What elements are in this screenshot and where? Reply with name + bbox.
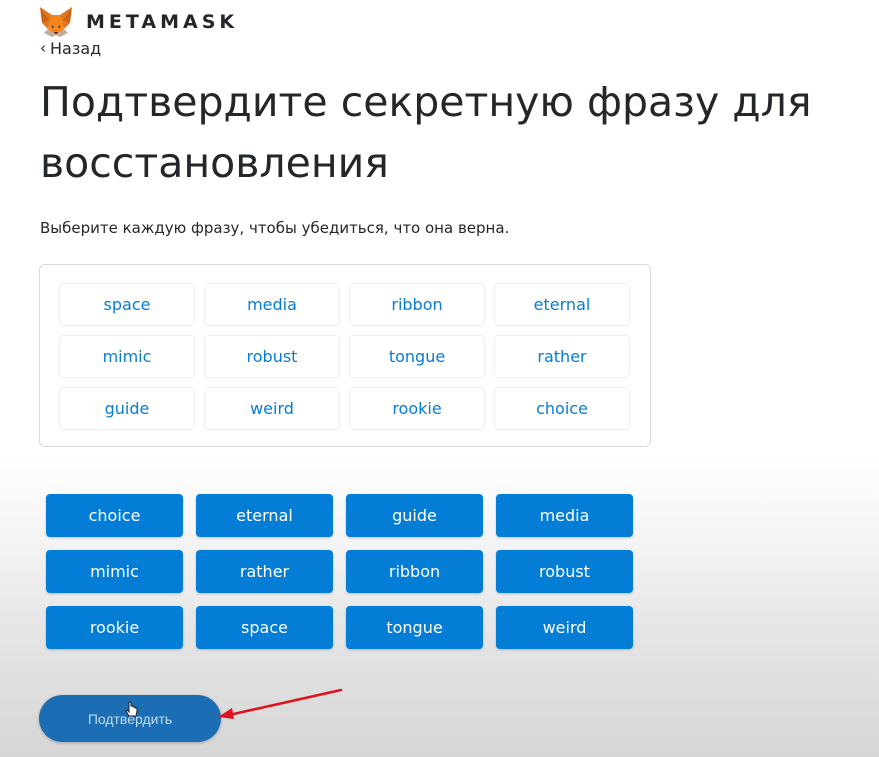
metamask-fox-icon [40,7,72,37]
selected-word[interactable]: rather [494,335,630,378]
word-button[interactable]: rookie [46,606,183,649]
red-arrow-annotation [218,688,343,719]
word-pool: choice eternal guide media mimic rather … [46,494,633,649]
word-button[interactable]: rather [196,550,333,593]
word-button[interactable]: mimic [46,550,183,593]
word-button[interactable]: space [196,606,333,649]
word-button[interactable]: tongue [346,606,483,649]
selected-word[interactable]: media [204,283,340,326]
selected-word[interactable]: rookie [349,387,485,430]
chevron-left-icon: ‹ [40,39,46,57]
selected-word[interactable]: tongue [349,335,485,378]
selected-word[interactable]: weird [204,387,340,430]
selected-word[interactable]: space [59,283,195,326]
mouse-cursor-icon [125,701,138,717]
app-header: METAMASK [38,5,238,39]
selected-word[interactable]: robust [204,335,340,378]
brand-name: METAMASK [86,11,239,33]
selected-word[interactable]: mimic [59,335,195,378]
selected-word[interactable]: choice [494,387,630,430]
word-button[interactable]: ribbon [346,550,483,593]
word-button[interactable]: eternal [196,494,333,537]
page-title: Подтвердите секретную фразу для восстано… [40,78,812,187]
page-subtitle: Выберите каждую фразу, чтобы убедиться, … [40,219,510,237]
back-link[interactable]: ‹ Назад [40,39,101,58]
word-button[interactable]: choice [46,494,183,537]
word-button[interactable]: weird [496,606,633,649]
word-button[interactable]: guide [346,494,483,537]
selected-word[interactable]: ribbon [349,283,485,326]
back-label: Назад [50,39,102,58]
selected-phrase-area: space media ribbon eternal mimic robust … [39,264,651,447]
word-button[interactable]: robust [496,550,633,593]
selected-word[interactable]: eternal [494,283,630,326]
word-button[interactable]: media [496,494,633,537]
selected-word[interactable]: guide [59,387,195,430]
selected-phrase-grid: space media ribbon eternal mimic robust … [59,283,630,430]
